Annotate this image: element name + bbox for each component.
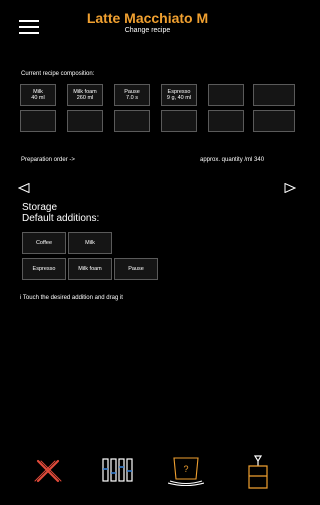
composition-slot[interactable] — [253, 110, 295, 132]
composition-cell-6[interactable] — [253, 84, 295, 106]
composition-slot[interactable] — [114, 110, 150, 132]
composition-cell-4[interactable]: Espresso 9 g, 40 ml — [161, 84, 197, 106]
addition-coffee[interactable]: Coffee — [22, 232, 66, 254]
addition-milk-foam[interactable]: Milk foam — [68, 258, 112, 280]
coffee-cup-icon[interactable]: ? — [168, 455, 204, 491]
storage-title: Storage — [22, 202, 58, 213]
addition-milk[interactable]: Milk — [68, 232, 112, 254]
cancel-x-icon[interactable] — [30, 455, 66, 491]
composition-cell-3[interactable]: Pause 7.0 s — [114, 84, 150, 106]
cup-download-icon[interactable] — [240, 455, 276, 491]
approx-quantity-label: approx. quantity /ml 340 — [200, 157, 265, 163]
drag-hint: i Touch the desired addition and drag it — [20, 295, 123, 301]
svg-text:?: ? — [183, 464, 188, 474]
addition-espresso[interactable]: Espresso — [22, 258, 66, 280]
composition-slot[interactable] — [161, 110, 197, 132]
addition-pause[interactable]: Pause — [114, 258, 158, 280]
storage-heading: Storage Default additions: — [22, 202, 99, 224]
composition-cell-2[interactable]: Milk foam 260 ml — [67, 84, 103, 106]
cell-value: 9 g, 40 ml — [166, 95, 192, 101]
adjust-sliders-icon[interactable] — [100, 455, 136, 491]
cell-value: 40 ml — [31, 95, 45, 101]
header: Latte Macchiato M Change recipe — [0, 0, 295, 50]
cell-value: 260 ml — [76, 95, 94, 101]
scroll-left-icon[interactable] — [18, 183, 30, 193]
page-subtitle: Change recipe — [124, 27, 171, 34]
scroll-right-icon[interactable] — [284, 183, 296, 193]
cell-value: 7.0 s — [126, 95, 138, 101]
composition-cell-5[interactable] — [208, 84, 244, 106]
composition-label: Current recipe composition: — [21, 71, 95, 77]
composition-slot[interactable] — [20, 110, 56, 132]
composition-slot[interactable] — [208, 110, 244, 132]
page-title: Latte Macchiato M — [86, 10, 209, 26]
bottom-toolbar: ? — [0, 455, 295, 495]
default-additions-title: Default additions: — [22, 213, 100, 224]
preparation-order-label: Preparation order -> — [21, 157, 75, 163]
composition-slot[interactable] — [67, 110, 103, 132]
composition-cell-1[interactable]: Milk 40 ml — [20, 84, 56, 106]
